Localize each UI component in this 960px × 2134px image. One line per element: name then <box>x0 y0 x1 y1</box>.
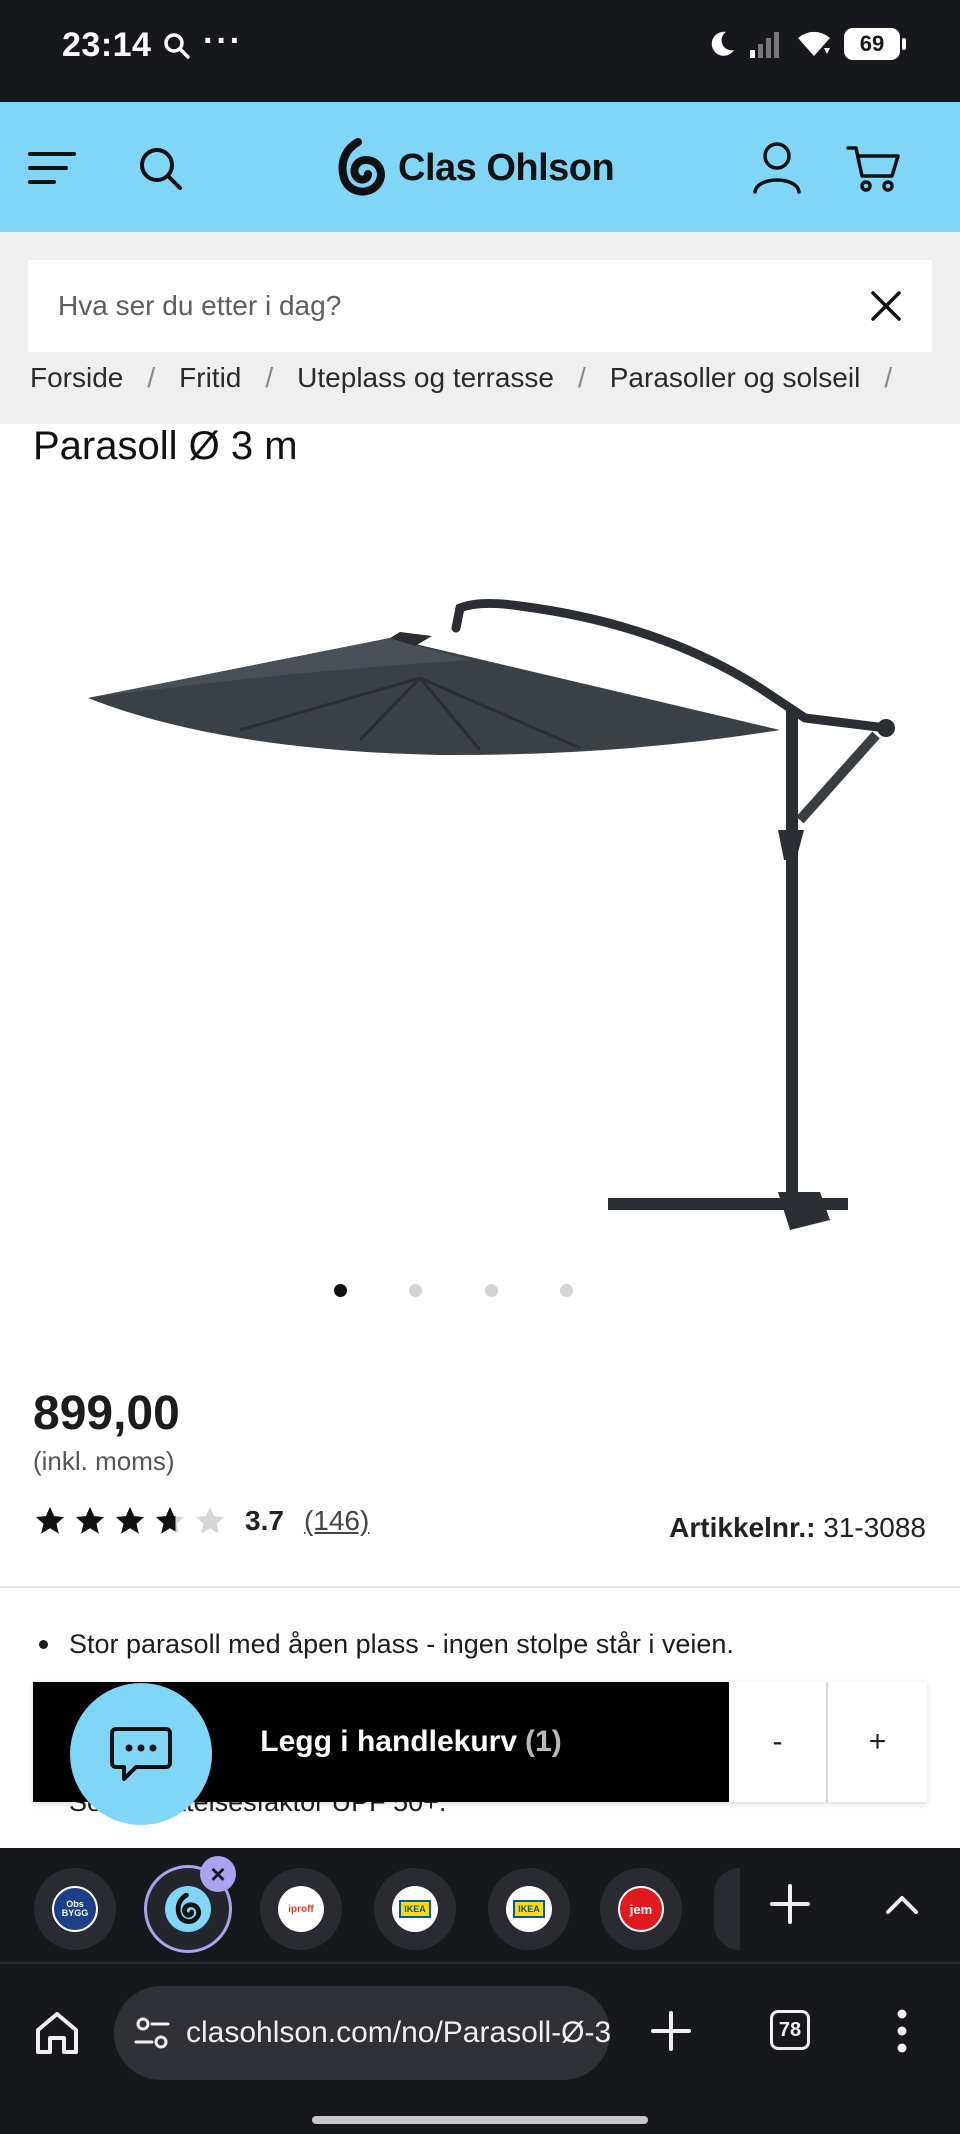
search-icon[interactable] <box>136 144 184 192</box>
product-rating: 3.7 (146) <box>33 1500 369 1542</box>
feature-list: Stor parasoll med åpen plass - ingen sto… <box>33 1624 933 1664</box>
gesture-navigation-bar[interactable] <box>312 2116 648 2124</box>
search-input[interactable] <box>58 260 838 352</box>
status-icons: 69 <box>706 28 906 60</box>
more-dots-icon: ··· <box>203 22 243 60</box>
tab-obs-bygg[interactable]: Obs BYGG <box>34 1868 116 1950</box>
chevron-up-icon[interactable] <box>884 1886 920 1922</box>
search-area: Forside / Fritid / Uteplass og terrasse … <box>0 232 960 424</box>
site-settings-icon[interactable] <box>132 2013 172 2053</box>
search-box <box>28 260 932 352</box>
status-bar: 23:14 ··· 69 <box>0 0 960 102</box>
battery-icon: 69 <box>844 28 906 60</box>
close-tab-icon[interactable]: × <box>200 1856 236 1892</box>
tab-ikea[interactable]: IKEA <box>374 1868 456 1950</box>
ikea-icon: IKEA <box>506 1886 552 1932</box>
breadcrumb-separator: / <box>884 362 893 393</box>
wifi-icon <box>798 31 830 56</box>
jem-icon: jem <box>618 1886 664 1932</box>
close-icon[interactable] <box>870 290 902 322</box>
breadcrumb-separator: / <box>577 362 586 393</box>
status-time: 23:14 <box>62 26 152 64</box>
star-partial-icon <box>155 1506 185 1534</box>
search-icon <box>164 33 190 59</box>
brand-logo[interactable]: Clas Ohlson <box>336 136 615 200</box>
menu-icon[interactable] <box>28 148 78 188</box>
product-image-parasol[interactable] <box>60 580 920 1240</box>
clas-ohlson-logo-icon <box>338 138 385 196</box>
cart-icon[interactable] <box>846 142 902 194</box>
image-carousel-dots <box>0 1284 960 1304</box>
star-filled-icon <box>115 1506 145 1534</box>
article-number-label: Artikkelnr.: <box>669 1512 816 1543</box>
breadcrumb-separator: / <box>265 362 274 393</box>
product-title: Parasoll Ø 3 m <box>33 424 298 468</box>
home-icon[interactable] <box>34 2010 80 2056</box>
tab-ikea[interactable]: IKEA <box>488 1868 570 1950</box>
plus-icon[interactable] <box>768 1882 812 1926</box>
add-to-cart-label: Legg i handlekurv <box>260 1725 518 1758</box>
carousel-dot[interactable] <box>409 1284 422 1297</box>
article-number: Artikkelnr.: 31-3088 <box>669 1512 926 1544</box>
chat-icon <box>110 1727 172 1781</box>
decrease-quantity-button[interactable]: - <box>729 1682 828 1802</box>
breadcrumb-item[interactable]: Uteplass og terrasse <box>297 362 554 394</box>
breadcrumb-item[interactable]: Fritid <box>179 362 241 394</box>
tab-jem[interactable]: jem <box>600 1868 682 1950</box>
address-bar[interactable]: clasohlson.com/no/Parasoll-Ø-3-m/31-3088 <box>114 1986 610 2080</box>
increase-quantity-button[interactable]: + <box>828 1682 927 1802</box>
signal-icon <box>750 32 779 58</box>
breadcrumb-item[interactable]: Parasoller og solseil <box>610 362 861 394</box>
more-options-icon[interactable] <box>896 2008 908 2054</box>
product-price: 899,00 <box>33 1387 180 1440</box>
star-filled-icon <box>75 1506 105 1534</box>
rating-value: 3.7 <box>245 1505 284 1536</box>
price-vat-note: (inkl. moms) <box>33 1446 175 1476</box>
url-text: clasohlson.com/no/Parasoll-Ø-3-m/31-3088 <box>186 2016 610 2049</box>
obs-bygg-icon: Obs BYGG <box>52 1886 98 1932</box>
account-icon[interactable] <box>752 140 802 194</box>
clas-ohlson-icon <box>165 1886 211 1932</box>
tab-partial[interactable] <box>714 1868 740 1950</box>
chat-button[interactable] <box>70 1683 212 1825</box>
app-root: { "status_bar": { "time": "23:14", "more… <box>0 0 960 2134</box>
iproff-icon: iproff <box>278 1886 324 1932</box>
tab-iproff[interactable]: iproff <box>260 1868 342 1950</box>
breadcrumb-item[interactable]: Forside <box>30 362 123 394</box>
browser-toolbar: clasohlson.com/no/Parasoll-Ø-3-m/31-3088… <box>0 1962 960 2134</box>
article-number-value: 31-3088 <box>823 1512 926 1543</box>
rating-stars <box>33 1504 227 1538</box>
moon-icon <box>711 31 734 56</box>
carousel-dot[interactable] <box>560 1284 573 1297</box>
brand-name: Clas Ohlson <box>398 146 615 189</box>
star-empty-icon <box>195 1506 225 1534</box>
carousel-dot[interactable] <box>334 1284 347 1297</box>
site-header: Clas Ohlson <box>0 102 960 232</box>
divider <box>0 1586 960 1588</box>
cart-quantity: (1) <box>525 1725 562 1758</box>
feature-item: Stor parasoll med åpen plass - ingen sto… <box>33 1624 933 1664</box>
tab-strip: Obs BYGG × iproff IKEA IKEA jem <box>0 1848 960 1962</box>
new-tab-icon[interactable] <box>650 2010 692 2052</box>
breadcrumb-separator: / <box>147 362 156 393</box>
breadcrumb: Forside / Fritid / Uteplass og terrasse … <box>30 362 916 394</box>
star-filled-icon <box>35 1506 65 1534</box>
ikea-icon: IKEA <box>392 1886 438 1932</box>
tab-switcher-button[interactable]: 78 <box>770 2010 810 2050</box>
carousel-dot[interactable] <box>485 1284 498 1297</box>
review-count-link[interactable]: (146) <box>304 1505 369 1537</box>
